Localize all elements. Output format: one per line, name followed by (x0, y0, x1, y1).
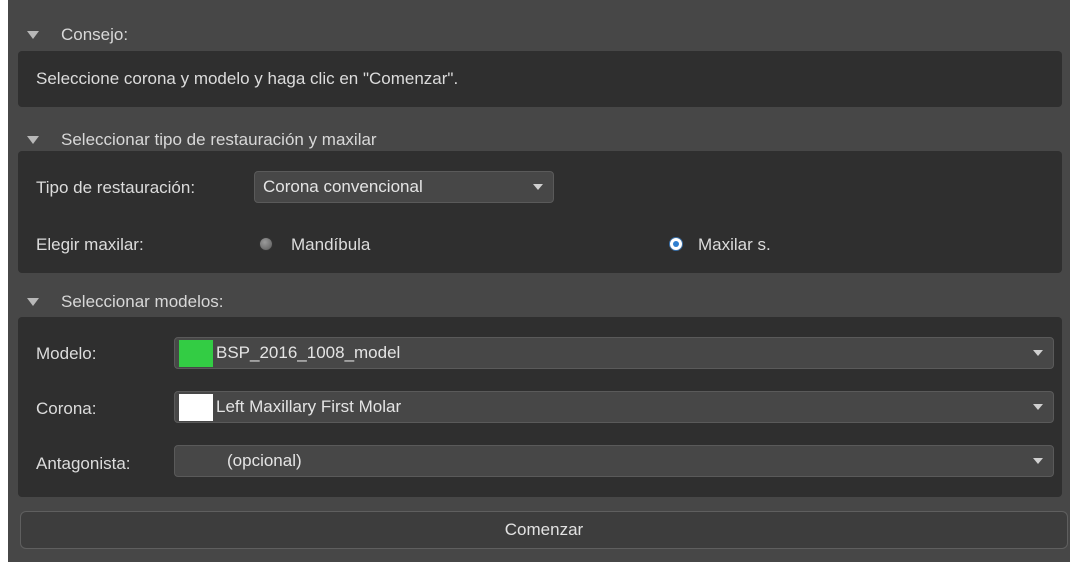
radio-mandibula[interactable] (259, 237, 273, 251)
radio-mandibula-label[interactable]: Mandíbula (291, 235, 370, 255)
models-panel: Modelo: BSP_2016_1008_model Corona: Left… (18, 317, 1062, 497)
radio-maxilar-superior-label[interactable]: Maxilar s. (698, 235, 771, 255)
collapse-triangle-icon[interactable] (27, 31, 39, 39)
corona-dropdown[interactable]: Left Maxillary First Molar (174, 391, 1054, 423)
corona-label: Corona: (36, 399, 97, 418)
crown-color-swatch (179, 393, 213, 421)
restoration-panel: Tipo de restauración: Corona convenciona… (18, 151, 1062, 273)
chevron-down-icon (1033, 458, 1043, 464)
tip-panel: Seleccione corona y modelo y haga clic e… (18, 51, 1062, 107)
corona-value: Left Maxillary First Molar (216, 397, 402, 416)
antagonista-label: Antagonista: (36, 454, 131, 473)
radio-maxilar-superior[interactable] (669, 237, 683, 251)
restoration-type-value: Corona convencional (263, 177, 423, 196)
tip-header-label: Consejo: (61, 25, 129, 44)
restoration-type-dropdown[interactable]: Corona convencional (254, 171, 554, 203)
collapse-triangle-icon[interactable] (27, 298, 39, 306)
start-button-label: Comenzar (504, 520, 584, 539)
collapse-triangle-icon[interactable] (27, 136, 39, 144)
chevron-down-icon (1033, 404, 1043, 410)
crown-wizard-window: Consejo: Seleccione corona y modelo y ha… (8, 0, 1070, 562)
restoration-type-label: Tipo de restauración: (36, 178, 196, 197)
tip-section-header[interactable]: Consejo: (8, 20, 128, 50)
modelo-dropdown[interactable]: BSP_2016_1008_model (174, 337, 1054, 369)
start-button[interactable]: Comenzar (20, 511, 1068, 549)
chevron-down-icon (1033, 350, 1043, 356)
modelo-value: BSP_2016_1008_model (216, 343, 401, 362)
tip-text: Seleccione corona y modelo y haga clic e… (36, 69, 459, 88)
jaw-label: Elegir maxilar: (36, 235, 144, 254)
chevron-down-icon (533, 184, 543, 190)
modelo-label: Modelo: (36, 344, 97, 363)
model-color-swatch (179, 339, 213, 367)
antagonista-value: (opcional) (227, 451, 302, 470)
restoration-header-label: Seleccionar tipo de restauración y maxil… (61, 130, 377, 149)
models-section-header[interactable]: Seleccionar modelos: (8, 287, 224, 317)
antagonista-dropdown[interactable]: (opcional) (174, 445, 1054, 477)
models-header-label: Seleccionar modelos: (61, 292, 224, 311)
